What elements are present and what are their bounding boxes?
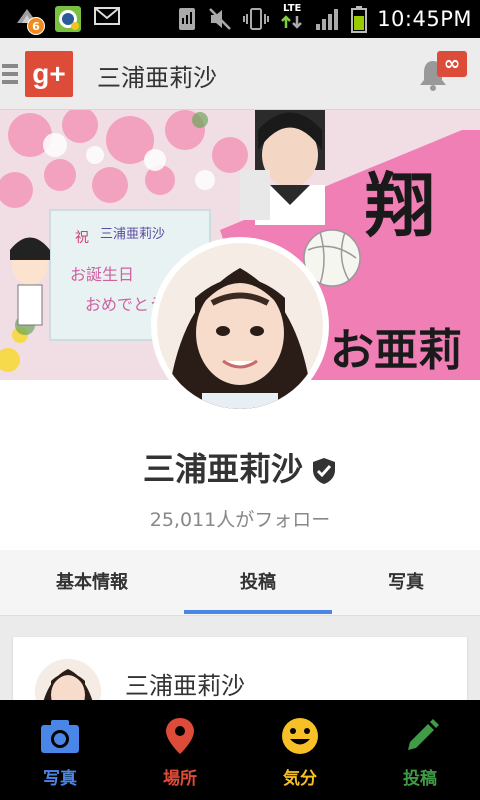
tab-photos[interactable]: 写真: [332, 550, 480, 616]
app-title: 三浦亜莉沙: [97, 64, 217, 92]
action-mood-label: 気分: [283, 769, 317, 789]
vibrate-icon: [243, 7, 270, 30]
action-photo[interactable]: 写真: [0, 700, 120, 800]
mute-icon: [209, 7, 232, 30]
profile-name: 三浦亜莉沙: [0, 444, 480, 490]
mail-icon: [94, 5, 120, 31]
chrome-icon: 6: [14, 5, 45, 35]
post-author-name[interactable]: 三浦亜莉沙: [125, 666, 245, 701]
tab-about[interactable]: 基本情報: [18, 550, 166, 616]
svg-text:お亜莉: お亜莉: [330, 325, 462, 376]
cellular-icon: [179, 7, 196, 30]
action-mood[interactable]: 気分: [240, 700, 360, 800]
action-location-label: 場所: [163, 769, 197, 789]
action-post-label: 投稿: [403, 769, 437, 789]
screen: 6 LTE 10:45PM g+ 三浦亜莉沙 ∞ 祝 三浦亜莉沙 お誕生日 おめ…: [0, 0, 480, 800]
smiley-icon: [282, 718, 318, 754]
camera-app-icon: [54, 5, 81, 32]
pencil-icon: [408, 719, 439, 750]
google-plus-logo[interactable]: g+: [25, 51, 73, 97]
svg-text:祝: 祝: [75, 230, 89, 246]
bottom-action-bar: 写真 場所 気分 投稿: [0, 700, 480, 800]
drawer-menu-icon[interactable]: [2, 64, 18, 88]
profile-avatar[interactable]: [151, 237, 329, 415]
camera-icon: [41, 720, 79, 753]
notifications-badge[interactable]: ∞: [437, 51, 467, 77]
profile-tabs: 基本情報 投稿 写真: [0, 550, 480, 616]
svg-text:翔: 翔: [365, 164, 435, 247]
svg-text:お誕生日: お誕生日: [70, 265, 134, 284]
action-photo-label: 写真: [43, 769, 77, 789]
verified-badge-icon: [313, 458, 335, 484]
app-bar: g+ 三浦亜莉沙 ∞: [0, 38, 480, 110]
follower-count: 25,011人がフォロー: [149, 509, 331, 531]
svg-text:三浦亜莉沙: 三浦亜莉沙: [100, 227, 165, 242]
lte-icon: LTE: [279, 4, 305, 33]
tab-posts[interactable]: 投稿: [184, 550, 332, 616]
active-tab-indicator: [184, 610, 332, 614]
clock: 10:45PM: [377, 6, 472, 31]
profile-name-text: 三浦亜莉沙: [142, 450, 303, 488]
status-bar: 6 LTE 10:45PM: [0, 0, 480, 38]
action-location[interactable]: 場所: [120, 700, 240, 800]
notification-count-badge: 6: [27, 17, 45, 35]
battery-icon: [351, 5, 368, 33]
action-post[interactable]: 投稿: [360, 700, 480, 800]
signal-bars-icon: [316, 8, 339, 30]
location-pin-icon: [166, 718, 194, 754]
